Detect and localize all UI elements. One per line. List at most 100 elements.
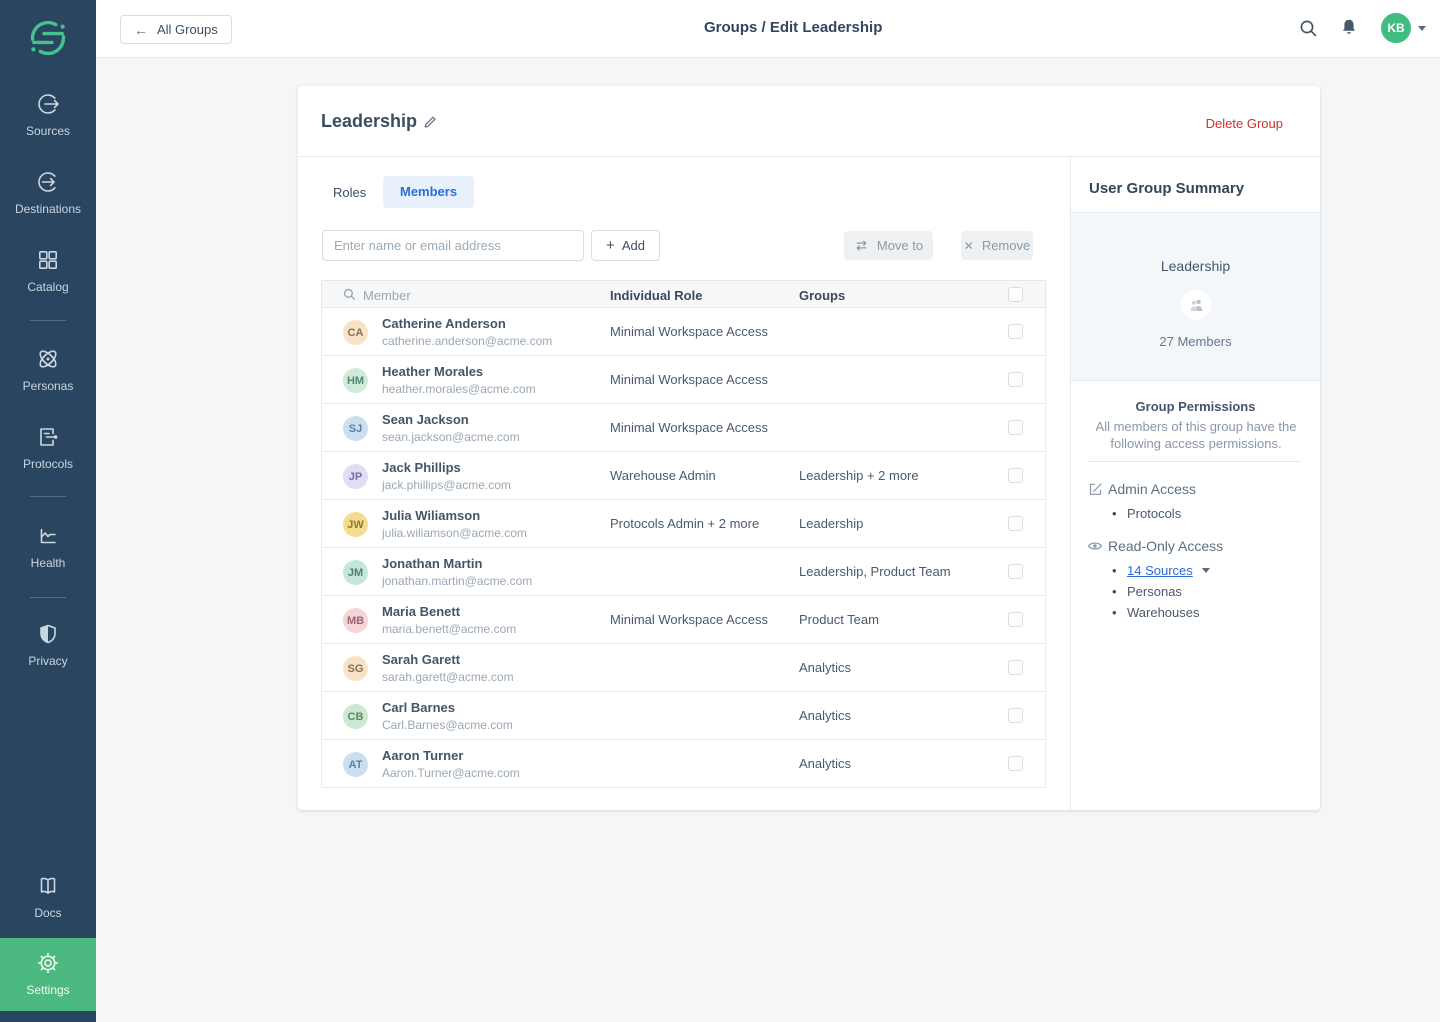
member-groups: Analytics: [799, 756, 851, 771]
row-checkbox[interactable]: [1008, 420, 1023, 435]
back-arrow-icon: ←: [134, 23, 148, 37]
table-row: CB Carl Barnes Carl.Barnes@acme.com Anal…: [321, 692, 1046, 740]
member-individual-role: Minimal Workspace Access: [610, 420, 768, 435]
avatar: HM: [343, 368, 368, 393]
members-table-header: Member Individual Role Groups: [321, 280, 1046, 308]
member-email: Carl.Barnes@acme.com: [382, 718, 513, 732]
catalog-icon: [0, 247, 96, 273]
member-name: Carl Barnes: [382, 700, 455, 715]
row-checkbox[interactable]: [1008, 612, 1023, 627]
avatar: SG: [343, 656, 368, 681]
sidebar-item-settings[interactable]: Settings: [0, 938, 96, 1011]
sources-icon: [0, 91, 96, 117]
sidebar-item-destinations[interactable]: Destinations: [0, 169, 96, 216]
select-all-checkbox[interactable]: [1008, 287, 1023, 302]
table-row: JP Jack Phillips jack.phillips@acme.com …: [321, 452, 1046, 500]
group-permissions-title: Group Permissions: [1071, 399, 1320, 414]
sidebar-item-health[interactable]: Health: [0, 523, 96, 570]
sidebar-item-docs[interactable]: Docs: [0, 873, 96, 920]
page-title: Groups / Edit Leadership: [704, 19, 882, 36]
tab-roles[interactable]: Roles: [333, 185, 366, 200]
column-header-member[interactable]: Member: [363, 288, 411, 303]
notifications-bell-icon[interactable]: [1340, 18, 1358, 42]
member-email: catherine.anderson@acme.com: [382, 334, 552, 348]
sources-count-link[interactable]: 14 Sources: [1127, 563, 1193, 578]
sidebar-item-personas[interactable]: Personas: [0, 346, 96, 393]
member-filter-search-icon[interactable]: [343, 288, 356, 306]
plus-icon: +: [606, 238, 615, 253]
sidebar-item-sources[interactable]: Sources: [0, 91, 96, 138]
sidebar-item-label: Settings: [0, 983, 96, 997]
personas-icon: [0, 346, 96, 372]
user-menu-caret-icon[interactable]: [1418, 26, 1426, 31]
sidebar-item-label: Destinations: [0, 202, 96, 216]
table-row: CA Catherine Anderson catherine.anderson…: [321, 308, 1046, 356]
chevron-down-icon[interactable]: [1202, 568, 1210, 573]
member-name: Jonathan Martin: [382, 556, 482, 571]
destinations-icon: [0, 169, 96, 195]
avatar: CB: [343, 704, 368, 729]
group-summary-box: Leadership 27 Members: [1071, 214, 1320, 381]
permission-item-14-sources[interactable]: •14 Sources: [1112, 563, 1210, 578]
sidebar-item-privacy[interactable]: Privacy: [0, 621, 96, 668]
edit-group-name-pencil-icon[interactable]: [422, 114, 437, 134]
row-checkbox[interactable]: [1008, 756, 1023, 771]
summary-panel-title: User Group Summary: [1089, 180, 1244, 197]
row-checkbox[interactable]: [1008, 708, 1023, 723]
permission-item-protocols: •Protocols: [1112, 506, 1181, 521]
member-table-body: CA Catherine Anderson catherine.anderson…: [321, 308, 1046, 788]
bullet-dot: •: [1112, 506, 1127, 521]
sidebar-item-label: Catalog: [0, 280, 96, 294]
member-name: Heather Morales: [382, 364, 483, 379]
delete-group-button[interactable]: Delete Group: [1206, 116, 1283, 131]
bullet-dot: •: [1112, 584, 1127, 599]
row-checkbox[interactable]: [1008, 324, 1023, 339]
member-groups: Leadership, Product Team: [799, 564, 951, 579]
edit-group-card: Leadership Delete Group Roles Members + …: [298, 86, 1320, 810]
member-groups: Leadership + 2 more: [799, 468, 919, 483]
member-email: maria.benett@acme.com: [382, 622, 516, 636]
remove-button[interactable]: ✕ Remove: [961, 231, 1033, 260]
user-avatar[interactable]: KB: [1381, 13, 1411, 43]
row-checkbox[interactable]: [1008, 564, 1023, 579]
member-name: Sean Jackson: [382, 412, 469, 427]
move-to-button[interactable]: Move to: [844, 231, 933, 260]
avatar: CA: [343, 320, 368, 345]
permission-item-personas: •Personas: [1112, 584, 1182, 599]
add-member-button[interactable]: + Add: [591, 230, 660, 261]
member-email: jack.phillips@acme.com: [382, 478, 511, 492]
member-name: Sarah Garett: [382, 652, 460, 667]
docs-icon: [0, 873, 96, 899]
row-checkbox[interactable]: [1008, 468, 1023, 483]
permission-label: Personas: [1127, 584, 1182, 599]
permission-label: Protocols: [1127, 506, 1181, 521]
permission-item-warehouses: •Warehouses: [1112, 605, 1200, 620]
sidebar-item-catalog[interactable]: Catalog: [0, 247, 96, 294]
column-header-groups: Groups: [799, 288, 845, 303]
member-name: Julia Wiliamson: [382, 508, 480, 523]
segment-logo-icon[interactable]: [0, 14, 96, 62]
table-row: HM Heather Morales heather.morales@acme.…: [321, 356, 1046, 404]
sidebar-divider: [30, 320, 66, 321]
row-checkbox[interactable]: [1008, 516, 1023, 531]
member-email: heather.morales@acme.com: [382, 382, 536, 396]
search-icon[interactable]: [1299, 19, 1318, 43]
avatar: JM: [343, 560, 368, 585]
tab-members[interactable]: Members: [383, 176, 474, 208]
member-groups: Product Team: [799, 612, 879, 627]
table-row: SJ Sean Jackson sean.jackson@acme.com Mi…: [321, 404, 1046, 452]
protocols-icon: [0, 424, 96, 450]
table-row: SG Sarah Garett sarah.garett@acme.com An…: [321, 644, 1046, 692]
table-row: JM Jonathan Martin jonathan.martin@acme.…: [321, 548, 1046, 596]
table-row: JW Julia Wiliamson julia.wiliamson@acme.…: [321, 500, 1046, 548]
move-to-label: Move to: [877, 238, 923, 253]
members-group-icon: [1181, 290, 1211, 320]
all-groups-back-button[interactable]: ← All Groups: [120, 15, 232, 44]
row-checkbox[interactable]: [1008, 372, 1023, 387]
sidebar-item-protocols[interactable]: Protocols: [0, 424, 96, 471]
sidebar-item-label: Docs: [0, 906, 96, 920]
settings-icon: [0, 950, 96, 976]
member-search-input[interactable]: [322, 230, 584, 261]
group-name-title: Leadership: [321, 111, 417, 132]
row-checkbox[interactable]: [1008, 660, 1023, 675]
